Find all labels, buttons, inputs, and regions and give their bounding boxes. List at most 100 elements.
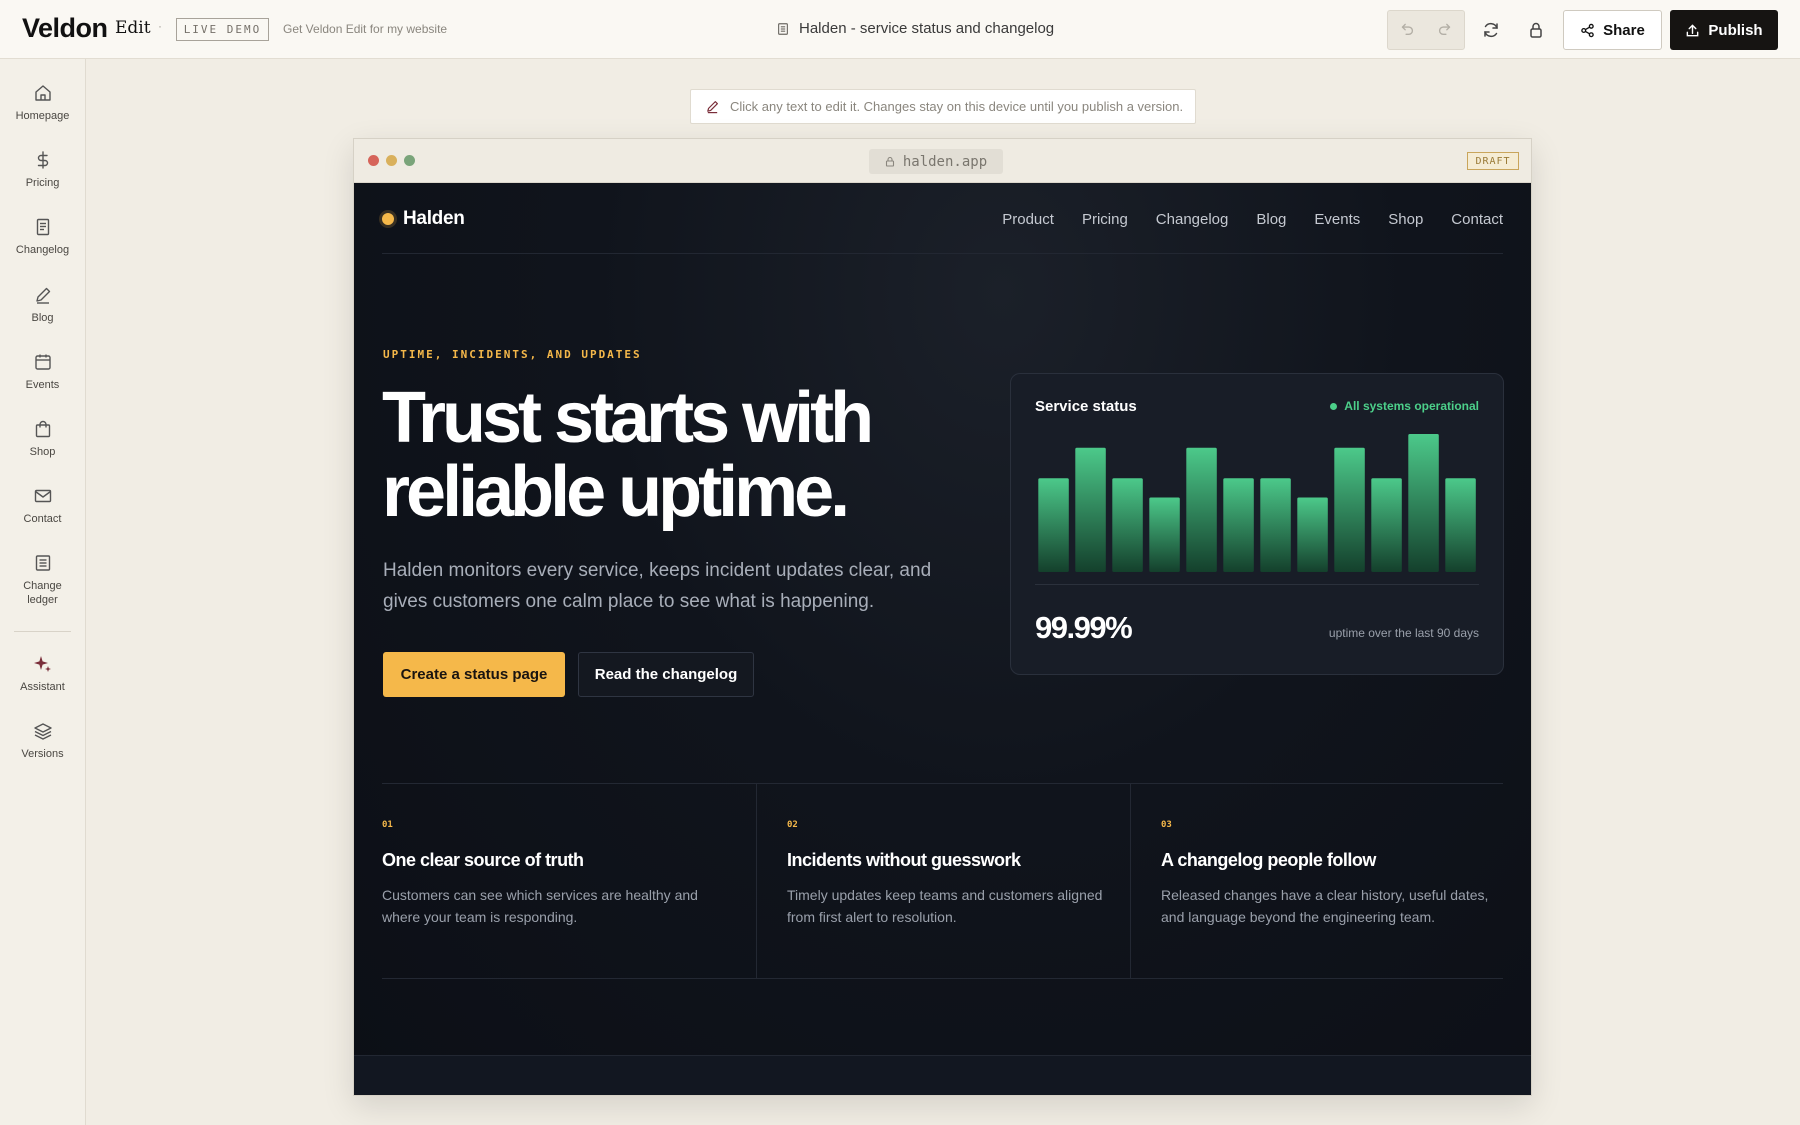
nav-contact[interactable]: Contact — [1451, 211, 1503, 228]
sidebar-label: Shop — [29, 446, 56, 458]
sparkle-icon — [33, 656, 51, 672]
document-title-text: Halden - service status and changelog — [799, 20, 1055, 37]
sidebar: Homepage Pricing Changelog Blog Events S… — [0, 59, 86, 1125]
feature-card: 02 Incidents without guesswork Timely up… — [756, 784, 1130, 978]
dollar-icon — [37, 151, 48, 169]
site-preview: Halden Product Pricing Changelog Blog Ev… — [354, 183, 1531, 1095]
sidebar-label: Versions — [21, 748, 64, 760]
site-logo-mark — [382, 213, 394, 225]
read-changelog-button[interactable]: Read the changelog — [578, 652, 754, 697]
undo-icon — [1401, 23, 1414, 35]
sidebar-label: Changelog — [15, 244, 70, 256]
status-indicator: All systems operational — [1330, 399, 1479, 413]
hero-eyebrow[interactable]: UPTIME, INCIDENTS, AND UPDATES — [383, 348, 642, 361]
uptime-bar — [1371, 478, 1402, 572]
uptime-bar — [1260, 478, 1291, 572]
nav-shop[interactable]: Shop — [1388, 211, 1423, 228]
undo-button[interactable] — [1398, 19, 1416, 42]
brand-logo[interactable]: Veldon — [22, 13, 108, 44]
site-logo[interactable]: Halden — [403, 208, 465, 230]
window-minimize-dot — [386, 155, 397, 166]
sidebar-divider — [14, 631, 71, 632]
feature-title[interactable]: Incidents without guesswork — [787, 850, 1021, 871]
share-button[interactable]: Share — [1563, 10, 1662, 50]
sidebar-item-events[interactable]: Events — [0, 352, 85, 392]
nav-divider — [382, 253, 1503, 254]
nav-changelog[interactable]: Changelog — [1156, 211, 1229, 228]
url-text: halden.app — [902, 153, 988, 170]
uptime-bar — [1297, 497, 1328, 572]
feature-title[interactable]: One clear source of truth — [382, 850, 584, 871]
sidebar-label: Blog — [31, 312, 54, 324]
uptime-value[interactable]: 99.99% — [1035, 610, 1133, 646]
status-text[interactable]: All systems operational — [1344, 399, 1479, 413]
lock-button[interactable] — [1524, 18, 1548, 42]
sidebar-item-versions[interactable]: Versions — [0, 721, 85, 761]
document-title: Halden - service status and changelog — [776, 20, 1054, 37]
document-icon — [778, 22, 788, 35]
publish-label: Publish — [1708, 21, 1763, 39]
features-row: 01 One clear source of truth Customers c… — [382, 783, 1503, 979]
address-bar[interactable]: halden.app — [869, 149, 1003, 174]
sidebar-item-change-ledger[interactable]: Change ledger — [0, 553, 85, 607]
feature-description[interactable]: Released changes have a clear history, u… — [1161, 884, 1491, 928]
uptime-bar — [1408, 434, 1439, 572]
sidebar-item-pricing[interactable]: Pricing — [0, 150, 85, 190]
home-icon — [34, 85, 51, 101]
sidebar-label: Pricing — [25, 177, 60, 189]
nav-pricing[interactable]: Pricing — [1082, 211, 1128, 228]
sidebar-label: Contact — [23, 513, 62, 525]
promo-link[interactable]: Get Veldon Edit for my website — [283, 22, 447, 36]
uptime-bar — [1149, 497, 1180, 572]
pencil-icon — [35, 287, 50, 304]
publish-button[interactable]: Publish — [1670, 10, 1778, 50]
sidebar-item-shop[interactable]: Shop — [0, 419, 85, 459]
status-card-title[interactable]: Service status — [1035, 398, 1137, 415]
sidebar-item-assistant[interactable]: Assistant — [0, 654, 85, 694]
ledger-icon — [35, 555, 50, 571]
redo-button[interactable] — [1436, 19, 1454, 42]
undo-redo-group — [1387, 10, 1465, 50]
share-label: Share — [1603, 21, 1645, 39]
feature-description[interactable]: Timely updates keep teams and customers … — [787, 884, 1117, 928]
uptime-caption[interactable]: uptime over the last 90 days — [1329, 626, 1479, 640]
hero-title[interactable]: Trust starts with reliable uptime. — [382, 381, 942, 529]
service-status-card: Service status All systems operational 9… — [1010, 373, 1504, 675]
site-nav: Product Pricing Changelog Blog Events Sh… — [1002, 211, 1503, 228]
uptime-bar — [1445, 478, 1476, 572]
live-demo-badge: LIVE DEMO — [176, 18, 269, 41]
nav-events[interactable]: Events — [1314, 211, 1360, 228]
site-footer-band — [354, 1055, 1531, 1095]
nav-product[interactable]: Product — [1002, 211, 1054, 228]
window-maximize-dot — [404, 155, 415, 166]
feature-card: 01 One clear source of truth Customers c… — [382, 784, 756, 978]
feature-number: 01 — [382, 820, 393, 830]
sidebar-item-blog[interactable]: Blog — [0, 285, 85, 325]
layers-icon — [33, 723, 52, 740]
sidebar-label: Events — [25, 379, 60, 391]
sidebar-item-contact[interactable]: Contact — [0, 486, 85, 526]
sidebar-label: Homepage — [15, 110, 70, 122]
browser-chrome: halden.app DRAFT — [354, 139, 1531, 183]
brand-mode: Edit — [115, 18, 151, 38]
draft-badge: DRAFT — [1467, 152, 1519, 170]
sidebar-item-changelog[interactable]: Changelog — [0, 217, 85, 257]
uptime-bar-chart — [1038, 434, 1476, 572]
status-dot — [1330, 402, 1338, 410]
document-icon — [36, 218, 49, 236]
feature-description[interactable]: Customers can see which services are hea… — [382, 884, 712, 928]
lock-icon — [885, 156, 894, 167]
uptime-bar — [1112, 478, 1143, 572]
hero-subtitle[interactable]: Halden monitors every service, keeps inc… — [383, 555, 953, 617]
feature-title[interactable]: A changelog people follow — [1161, 850, 1376, 871]
sidebar-item-homepage[interactable]: Homepage — [0, 83, 85, 123]
refresh-button[interactable] — [1479, 18, 1503, 42]
pencil-icon — [707, 101, 718, 114]
status-card-divider — [1035, 584, 1479, 585]
create-status-page-button[interactable]: Create a status page — [383, 652, 565, 697]
window-close-dot — [368, 155, 379, 166]
nav-blog[interactable]: Blog — [1256, 211, 1286, 228]
feature-card: 03 A changelog people follow Released ch… — [1130, 784, 1503, 978]
edit-hint-banner: Click any text to edit it. Changes stay … — [690, 89, 1196, 124]
feature-number: 02 — [787, 820, 798, 830]
